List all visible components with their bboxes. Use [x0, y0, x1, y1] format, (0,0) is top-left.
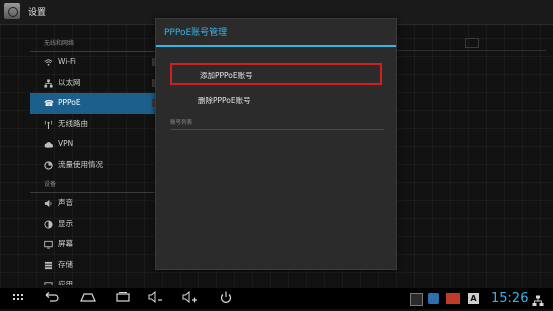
navigation-bar: A 15:26	[0, 288, 553, 309]
app-title: 设置	[28, 8, 47, 18]
sidebar-item-label: VPN	[58, 139, 74, 148]
sidebar-item-storage[interactable]: 存储	[30, 255, 158, 276]
screen-icon	[44, 240, 53, 249]
power-icon[interactable]	[218, 291, 234, 306]
data-usage-icon	[44, 160, 53, 170]
sidebar-item-vpn[interactable]: VPN	[30, 134, 158, 155]
recent-apps-icon[interactable]	[115, 291, 131, 306]
sidebar-item-label: 应用	[58, 280, 73, 285]
settings-list: 无线和网络 Wi-Fi 以太网 ☎ PPPoE 无线路由 VPN 流量使用情况 …	[30, 34, 158, 285]
clock: 15:26	[491, 291, 529, 306]
section-header-wireless: 无线和网络	[30, 34, 158, 52]
volume-up-icon[interactable]	[182, 290, 198, 306]
sidebar-item-label: 以太网	[58, 77, 81, 87]
sidebar-item-pppoe[interactable]: ☎ PPPoE	[30, 93, 158, 114]
sidebar-item-label: 显示	[58, 218, 73, 228]
phone-icon: ☎	[44, 99, 54, 108]
sidebar-item-label: 无线路由	[58, 118, 88, 128]
apps-grid-icon[interactable]	[10, 291, 26, 306]
sidebar-item-data-usage[interactable]: 流量使用情况	[30, 155, 158, 176]
add-pppoe-account-button[interactable]: 添加PPPoE账号	[170, 63, 382, 85]
home-icon[interactable]	[80, 291, 96, 306]
sidebar-item-apps[interactable]: 应用	[30, 275, 158, 285]
network-status-icon	[532, 292, 544, 306]
sound-icon	[44, 199, 53, 208]
sidebar-item-label: 声音	[58, 198, 73, 207]
sidebar-item-label: 存储	[58, 259, 73, 269]
sidebar-item-label: 流量使用情况	[58, 159, 103, 169]
gallery-notification-icon[interactable]	[410, 293, 423, 306]
account-list-header: 账号列表	[170, 119, 384, 130]
vpn-icon	[44, 140, 53, 149]
back-icon[interactable]	[44, 291, 60, 306]
wifi-icon	[44, 58, 53, 67]
a-notification-icon[interactable]: A	[468, 293, 479, 304]
sidebar-item-wifi[interactable]: Wi-Fi	[30, 52, 158, 73]
app-notification-icon[interactable]	[446, 293, 460, 304]
router-icon	[44, 120, 53, 129]
section-header-device: 设备	[30, 175, 158, 193]
settings-app-icon[interactable]	[4, 3, 20, 19]
media-notification-icon[interactable]	[428, 293, 439, 304]
sidebar-item-ethernet[interactable]: 以太网	[30, 73, 158, 94]
sidebar-item-label: Wi-Fi	[58, 57, 76, 66]
dialog-title: PPPoE账号管理	[156, 19, 396, 47]
delete-pppoe-account-button[interactable]: 删除PPPoE账号	[170, 90, 382, 112]
sidebar-item-label: PPPoE	[58, 98, 81, 107]
sidebar-item-router[interactable]: 无线路由	[30, 114, 158, 135]
volume-down-icon[interactable]	[148, 290, 164, 306]
apps-icon	[44, 281, 53, 285]
right-pane-divider	[396, 50, 546, 51]
sidebar-item-screen[interactable]: 屏幕	[30, 234, 158, 255]
pppoe-account-dialog: PPPoE账号管理 添加PPPoE账号 删除PPPoE账号 账号列表	[155, 18, 397, 270]
sidebar-item-label: 屏幕	[58, 239, 73, 248]
sidebar-item-display[interactable]: 显示	[30, 214, 158, 235]
storage-icon	[44, 261, 53, 270]
ethernet-icon	[44, 78, 53, 88]
display-icon	[44, 219, 53, 229]
sidebar-item-sound[interactable]: 声音	[30, 193, 158, 214]
right-pane-icon	[465, 38, 479, 48]
